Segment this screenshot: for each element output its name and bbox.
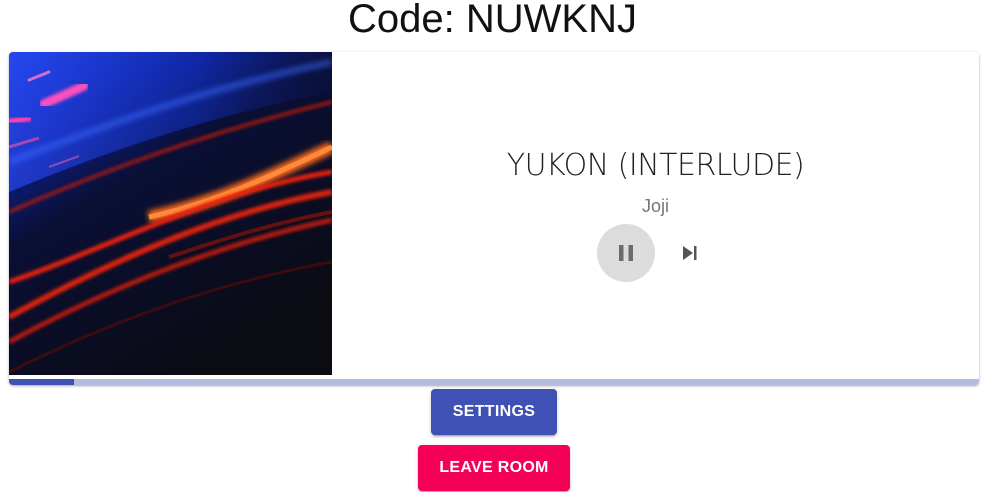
room-code-title: Code: NUWKNJ <box>348 0 637 41</box>
skip-next-button[interactable] <box>675 238 705 268</box>
music-player-card: YUKON (INTERLUDE) Joji <box>9 52 979 385</box>
music-room-page: Code: NUWKNJ YUKON (INTERLUDE) Joji SETT… <box>0 0 985 492</box>
settings-button[interactable]: SETTINGS <box>431 389 557 435</box>
playback-controls <box>597 224 717 282</box>
track-title: YUKON (INTERLUDE) <box>506 148 805 183</box>
track-info: YUKON (INTERLUDE) Joji <box>332 52 979 375</box>
skip-next-icon <box>683 246 697 260</box>
album-cover-image <box>9 52 332 375</box>
leave-room-button[interactable]: LEAVE ROOM <box>418 445 570 491</box>
track-artist: Joji <box>641 196 669 216</box>
pause-icon <box>619 245 633 261</box>
pause-button[interactable] <box>597 224 655 282</box>
song-progress-fill <box>9 379 74 385</box>
song-progress-bar <box>9 379 979 385</box>
